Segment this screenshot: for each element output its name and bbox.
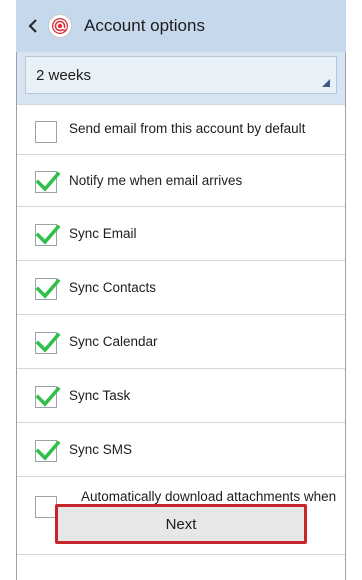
- notify-checkbox[interactable]: [35, 171, 61, 193]
- option-label: Sync Contacts: [69, 280, 157, 295]
- sync-sms-checkbox[interactable]: [35, 440, 61, 462]
- check-icon: [35, 224, 61, 245]
- option-row-default-account[interactable]: Send email from this account by default: [17, 104, 345, 154]
- button-bar: [17, 554, 345, 580]
- email-at-icon: [48, 14, 72, 38]
- sync-calendar-checkbox[interactable]: [35, 332, 61, 354]
- option-label: Notify me when email arrives: [69, 173, 243, 188]
- check-icon: [35, 278, 61, 299]
- sync-email-checkbox[interactable]: [35, 224, 61, 246]
- sync-contacts-checkbox[interactable]: [35, 278, 61, 300]
- check-icon: [35, 440, 61, 461]
- option-row-sync-contacts[interactable]: Sync Contacts: [17, 260, 345, 314]
- option-label: Sync SMS: [69, 442, 133, 457]
- dropdown-arrow-icon: [322, 79, 330, 87]
- sync-period-area: 2 weeks: [17, 52, 345, 104]
- sync-task-checkbox[interactable]: [35, 386, 61, 408]
- chevron-left-icon[interactable]: [22, 0, 44, 52]
- next-button[interactable]: Next: [55, 504, 307, 544]
- page-title: Account options: [84, 16, 205, 35]
- action-bar: Account options: [16, 0, 346, 52]
- option-row-notify[interactable]: Notify me when email arrives: [17, 154, 345, 206]
- check-icon: [35, 386, 61, 407]
- option-label: Sync Calendar: [69, 334, 158, 349]
- option-row-sync-task[interactable]: Sync Task: [17, 368, 345, 422]
- option-row-sync-email[interactable]: Sync Email: [17, 206, 345, 260]
- check-icon: [35, 171, 61, 192]
- default-account-checkbox[interactable]: [35, 121, 57, 143]
- account-options-screen: Account options 2 weeks Send email from …: [0, 0, 362, 580]
- option-label: Sync Email: [69, 226, 137, 241]
- sync-period-dropdown[interactable]: 2 weeks: [25, 56, 337, 94]
- next-button-label: Next: [55, 504, 307, 544]
- option-label: Sync Task: [69, 388, 131, 403]
- option-row-sync-calendar[interactable]: Sync Calendar: [17, 314, 345, 368]
- sync-period-value: 2 weeks: [36, 66, 92, 84]
- option-row-sync-sms[interactable]: Sync SMS: [17, 422, 345, 476]
- auto-download-checkbox[interactable]: [35, 496, 57, 518]
- check-icon: [35, 332, 61, 353]
- options-panel: 2 weeks Send email from this account by …: [16, 52, 346, 580]
- option-label: Send email from this account by default: [69, 121, 306, 136]
